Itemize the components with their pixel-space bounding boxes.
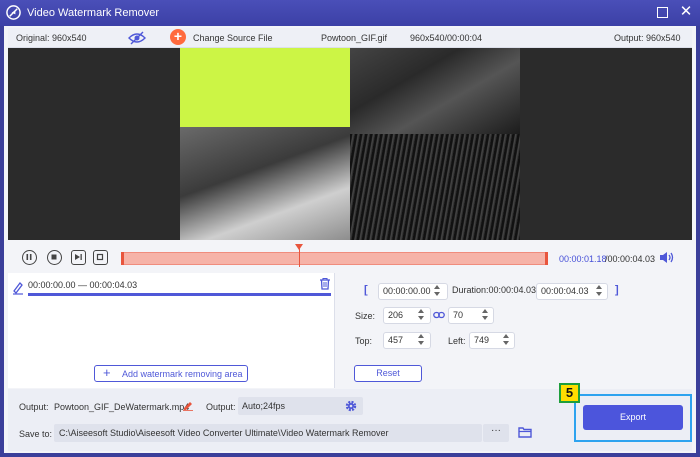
left-label: Left: (448, 336, 466, 346)
set-end-button[interactable]: ] (615, 284, 619, 296)
folder-icon[interactable] (518, 426, 532, 438)
top-label: Top: (355, 336, 373, 346)
video-city-panel (350, 134, 520, 240)
link-icon[interactable] (433, 310, 445, 320)
watermark-range-bar (28, 293, 331, 296)
add-watermark-area-label[interactable]: Add watermark removing area (122, 369, 243, 379)
output-file-name: Powtoon_GIF_DeWatermark.mp4 (54, 402, 190, 412)
next-frame-button[interactable] (71, 250, 86, 265)
width-stepper[interactable] (417, 309, 425, 321)
step-number-badge: 5 (559, 383, 580, 403)
current-time: 00:00:01.18 (559, 254, 607, 264)
stop-button[interactable] (47, 250, 62, 265)
video-green-panel (180, 48, 350, 127)
duration-label: Duration:00:00:04.03 (452, 285, 537, 295)
playhead-marker[interactable] (295, 244, 303, 250)
browse-button[interactable]: ··· (483, 424, 509, 442)
export-button[interactable]: Export (583, 405, 683, 430)
source-file-name: Powtoon_GIF.gif (321, 33, 388, 43)
output-resolution: Output: 960x540 (614, 33, 681, 43)
window-title: Video Watermark Remover (27, 7, 160, 19)
app-logo-icon (6, 5, 21, 20)
save-path-field[interactable]: C:\Aiseesoft Studio\Aiseesoft Video Conv… (54, 424, 482, 442)
top-stepper[interactable] (417, 334, 425, 346)
source-file-meta: 960x540/00:00:04 (410, 33, 483, 43)
output-format-label: Output: (206, 402, 236, 412)
edit-icon[interactable] (183, 400, 193, 411)
change-source-label[interactable]: Change Source File (193, 33, 273, 43)
eraser-icon (13, 282, 23, 295)
start-time-stepper[interactable] (433, 285, 441, 297)
gear-icon[interactable] (345, 400, 357, 412)
timeline-track[interactable] (121, 252, 548, 265)
snapshot-button[interactable] (93, 250, 108, 265)
video-laptop-panel (180, 127, 350, 240)
maximize-button[interactable] (657, 7, 668, 18)
change-source-button[interactable]: + (170, 29, 186, 45)
save-to-label: Save to: (19, 429, 53, 439)
timeline-end-handle[interactable] (545, 252, 548, 265)
left-stepper[interactable] (502, 334, 510, 346)
eye-off-icon[interactable] (128, 31, 146, 45)
pause-button[interactable] (22, 250, 37, 265)
output-file-label: Output: (19, 402, 49, 412)
volume-icon[interactable] (659, 251, 675, 264)
end-time-stepper[interactable] (595, 285, 603, 297)
size-label: Size: (355, 311, 376, 321)
reset-button[interactable]: Reset (354, 365, 422, 382)
total-time: /00:00:04.03 (605, 254, 656, 264)
timeline-start-handle[interactable] (121, 252, 124, 265)
original-resolution: Original: 960x540 (16, 33, 87, 43)
video-hands-panel (350, 48, 520, 134)
trash-icon[interactable] (319, 277, 331, 290)
plus-icon[interactable]: + (103, 366, 111, 380)
watermark-time-range[interactable]: 00:00:00.00 — 00:00:04.03 (28, 280, 137, 290)
height-stepper[interactable] (481, 309, 489, 321)
close-button[interactable]: ✕ (679, 4, 693, 20)
set-start-button[interactable]: [ (364, 284, 368, 296)
